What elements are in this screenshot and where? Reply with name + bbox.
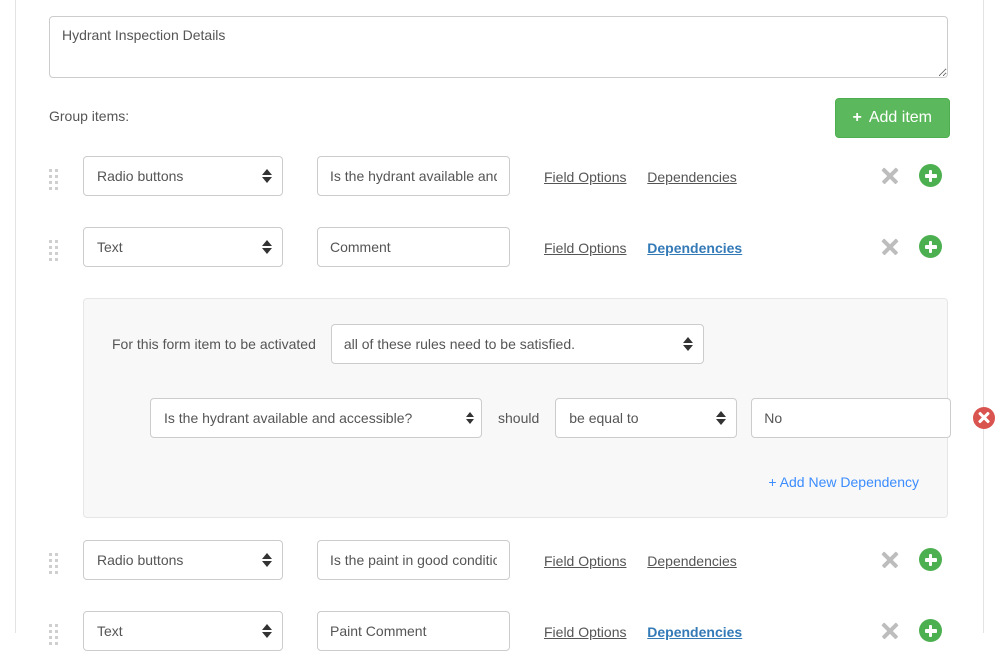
row-links: Field Options Dependencies	[544, 624, 742, 640]
group-items-label: Group items:	[49, 108, 129, 124]
dependency-panel: For this form item to be activated all o…	[83, 298, 948, 518]
remove-dependency-icon[interactable]	[973, 407, 995, 429]
add-item-button[interactable]: + Add item	[835, 98, 950, 138]
dependency-mode-row: For this form item to be activated all o…	[112, 324, 919, 364]
field-options-link[interactable]: Field Options	[544, 624, 626, 640]
dependencies-link[interactable]: Dependencies	[647, 624, 742, 640]
page-right-border	[983, 0, 984, 633]
add-item-below-icon[interactable]	[919, 548, 942, 571]
group-description-textarea[interactable]: Hydrant Inspection Details	[49, 16, 948, 78]
row-actions	[879, 619, 942, 642]
form-item-row: Text Field Options Dependencies	[49, 227, 950, 275]
add-item-button-label: Add item	[869, 109, 932, 127]
remove-item-icon[interactable]	[879, 620, 901, 642]
row-actions	[879, 548, 942, 571]
dependency-value-input[interactable]	[751, 398, 951, 438]
row-links: Field Options Dependencies	[544, 240, 742, 256]
form-builder-page: Hydrant Inspection Details Group items: …	[0, 0, 997, 633]
remove-item-icon[interactable]	[879, 549, 901, 571]
remove-item-icon[interactable]	[879, 236, 901, 258]
dependency-operator-select[interactable]: be equal to	[555, 398, 737, 438]
dependency-should-label: should	[498, 410, 539, 426]
form-item-row: Text Field Options Dependencies	[49, 611, 950, 659]
dependency-operator-select-wrapper: be equal to	[555, 398, 737, 438]
row-links: Field Options Dependencies	[544, 553, 737, 569]
row-links: Field Options Dependencies	[544, 169, 737, 185]
field-type-select-wrapper: Text	[83, 227, 283, 267]
remove-item-icon[interactable]	[879, 165, 901, 187]
plus-icon: +	[853, 110, 862, 126]
dependency-rule-row: Is the hydrant available and accessible?…	[150, 398, 919, 438]
drag-handle-icon[interactable]	[49, 624, 59, 646]
field-label-input[interactable]	[317, 611, 510, 651]
form-item-row: Radio buttons Field Options Dependencies	[49, 156, 950, 204]
dependency-field-select[interactable]: Is the hydrant available and accessible?	[150, 398, 482, 438]
field-label-input[interactable]	[317, 540, 510, 580]
dependencies-link[interactable]: Dependencies	[647, 240, 742, 256]
field-options-link[interactable]: Field Options	[544, 553, 626, 569]
add-item-below-icon[interactable]	[919, 619, 942, 642]
group-items-header: Group items: + Add item	[49, 98, 950, 156]
dependencies-link[interactable]: Dependencies	[647, 553, 737, 569]
drag-handle-icon[interactable]	[49, 169, 59, 191]
dependencies-link[interactable]: Dependencies	[647, 169, 737, 185]
field-label-input[interactable]	[317, 227, 510, 267]
field-type-select-wrapper: Radio buttons	[83, 540, 283, 580]
field-type-select[interactable]: Text	[83, 611, 283, 651]
form-builder-content: Hydrant Inspection Details Group items: …	[16, 0, 983, 633]
field-type-select[interactable]: Radio buttons	[83, 540, 283, 580]
row-actions	[879, 235, 942, 258]
field-options-link[interactable]: Field Options	[544, 169, 626, 185]
field-options-link[interactable]: Field Options	[544, 240, 626, 256]
add-item-below-icon[interactable]	[919, 235, 942, 258]
field-type-select[interactable]: Radio buttons	[83, 156, 283, 196]
field-type-select-wrapper: Radio buttons	[83, 156, 283, 196]
form-item-row: Radio buttons Field Options Dependencies	[49, 540, 950, 588]
drag-handle-icon[interactable]	[49, 240, 59, 262]
drag-handle-icon[interactable]	[49, 553, 59, 575]
field-type-select[interactable]: Text	[83, 227, 283, 267]
dependency-lead-text: For this form item to be activated	[112, 336, 316, 352]
dependency-mode-select[interactable]: all of these rules need to be satisfied.	[331, 324, 704, 364]
add-item-below-icon[interactable]	[919, 164, 942, 187]
field-type-select-wrapper: Text	[83, 611, 283, 651]
dependency-field-select-wrapper: Is the hydrant available and accessible?	[150, 398, 482, 438]
field-label-input[interactable]	[317, 156, 510, 196]
dependency-mode-select-wrapper: all of these rules need to be satisfied.	[331, 324, 704, 364]
row-actions	[879, 164, 942, 187]
add-new-dependency-link[interactable]: + Add New Dependency	[768, 474, 919, 490]
